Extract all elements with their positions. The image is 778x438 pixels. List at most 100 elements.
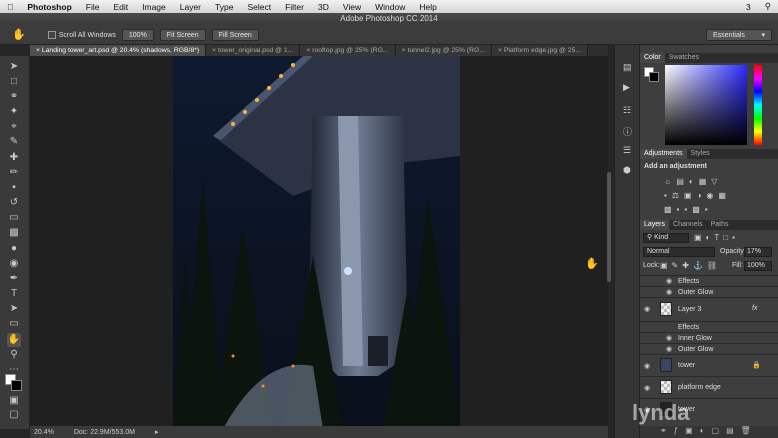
fit-screen-button[interactable]: Fit Screen (159, 28, 206, 41)
tab-layers[interactable]: Layers (640, 220, 670, 230)
adjustment-icons[interactable]: ☼▤◐▦▽ ▪⚖▣◑◉▦ ▩▪▪▩▪ (664, 175, 774, 217)
menubar-search-icon[interactable]: ⚲ (758, 1, 778, 12)
adjustments-panel: Adjustments Styles Add an adjustment ☼▤◐… (640, 149, 778, 219)
healing-brush-icon[interactable]: ✚ (7, 151, 21, 165)
tab-tower-original[interactable]: × tower_original.psd @ 1... (206, 45, 301, 56)
eye-icon[interactable]: ◉ (644, 384, 650, 392)
status-bar: 20.4% Doc: 22.9M/553.0M ▸ (30, 426, 608, 438)
effects-row[interactable]: ◉ Effects (640, 275, 778, 286)
info-panel-icon[interactable]: ⓘ (623, 125, 632, 138)
marquee-tool-icon[interactable]: □ (7, 75, 21, 89)
panels-dock: Color Swatches Adjustments Styles Add an… (640, 45, 778, 438)
color-field[interactable] (665, 65, 747, 145)
menu-edit[interactable]: Edit (106, 2, 135, 12)
eyedropper-tool-icon[interactable]: ✎ (7, 135, 21, 149)
apple-menu-icon[interactable]:  (0, 2, 20, 12)
layer-row-platform-edge[interactable]: ◉ platform edge (640, 376, 778, 398)
layer-filter-kind[interactable]: ⚲ Kind (643, 233, 689, 243)
hue-slider[interactable] (754, 65, 762, 145)
menu-select[interactable]: Select (240, 2, 278, 12)
blur-tool-icon[interactable]: ● (7, 242, 21, 256)
menu-photoshop[interactable]: Photoshop (20, 2, 78, 12)
quick-mask-icon[interactable]: ▣ (7, 394, 21, 408)
fill-screen-button[interactable]: Fill Screen (211, 28, 259, 41)
layer-filter-icons[interactable]: ▣◐T□▪ (694, 233, 739, 242)
clone-stamp-icon[interactable]: ▪ (7, 181, 21, 195)
eye-icon[interactable]: ◉ (666, 277, 672, 285)
tab-tunnel2[interactable]: × tunnel2.jpg @ 25% (RG... (395, 45, 492, 56)
gradient-tool-icon[interactable]: ▩ (7, 226, 21, 240)
tab-styles[interactable]: Styles (687, 149, 714, 159)
hand-tool-icon[interactable]: ✋ (12, 28, 26, 41)
quick-select-tool-icon[interactable]: ✦ (7, 105, 21, 119)
eraser-tool-icon[interactable]: ▭ (7, 211, 21, 225)
effect-outer-glow-row[interactable]: ◉ Outer Glow (640, 343, 778, 354)
type-tool-icon[interactable]: T (7, 287, 21, 301)
status-arrow-icon[interactable]: ▸ (155, 428, 159, 436)
menu-image[interactable]: Image (135, 2, 173, 12)
scroll-all-windows-checkbox[interactable]: Scroll All Windows (47, 30, 116, 39)
fx-icon[interactable]: fx (752, 305, 757, 312)
menubar-status-count[interactable]: 3 (739, 2, 758, 12)
menu-3d[interactable]: 3D (311, 2, 336, 12)
zoom-tool-icon[interactable]: ⚲ (7, 348, 21, 362)
lock-icons[interactable]: ▣✎✚⚓⛓ (660, 261, 721, 270)
history-brush-icon[interactable]: ↺ (7, 196, 21, 210)
dodge-tool-icon[interactable]: ◉ (7, 257, 21, 271)
actions-panel-icon[interactable]: ▶ (623, 82, 630, 93)
lasso-tool-icon[interactable]: ⚭ (7, 90, 21, 104)
background-color-swatch[interactable] (11, 380, 22, 391)
layer-thumbnail (660, 358, 672, 372)
shape-tool-icon[interactable]: ▭ (7, 317, 21, 331)
screen-mode-icon[interactable]: ▢ (7, 408, 21, 422)
workspace-select[interactable]: Essentials ▾ (706, 28, 772, 41)
tab-landing-tower[interactable]: × Landing tower_art.psd @ 20.4% (shadows… (30, 45, 207, 56)
menu-filter[interactable]: Filter (278, 2, 311, 12)
pen-tool-icon[interactable]: ✒ (7, 272, 21, 286)
menu-view[interactable]: View (336, 2, 368, 12)
opacity-input[interactable]: 17% (744, 247, 772, 257)
zoom-100-button[interactable]: 100% (121, 28, 154, 41)
effects-row[interactable]: Effects (640, 321, 778, 332)
move-tool-icon[interactable]: ➤ (7, 60, 21, 74)
effect-outer-glow-row[interactable]: ◉ Outer Glow (640, 286, 778, 297)
history-panel-icon[interactable]: ▤ (623, 62, 632, 73)
layer-row-layer3[interactable]: ◉ Layer 3 fx (640, 297, 778, 321)
menu-window[interactable]: Window (368, 2, 412, 12)
menu-help[interactable]: Help (412, 2, 443, 12)
tab-platform-edge[interactable]: × Platform edge.jpg @ 25... (492, 45, 589, 56)
brush-tool-icon[interactable]: ✏ (7, 166, 21, 180)
eye-icon[interactable]: ◉ (666, 334, 672, 342)
effect-inner-glow-row[interactable]: ◉ Inner Glow (640, 332, 778, 343)
properties-panel-icon[interactable]: ☷ (623, 105, 631, 116)
layers-footer-icons[interactable]: ⚭ƒ▣◐▢▤🗑 (640, 426, 778, 438)
menu-file[interactable]: File (79, 2, 107, 12)
tab-color[interactable]: Color (640, 53, 665, 63)
fill-input[interactable]: 100% (744, 261, 772, 271)
3d-panel-icon[interactable]: ⬢ (623, 165, 631, 176)
eye-icon[interactable]: ◉ (666, 288, 672, 296)
tab-channels[interactable]: Channels (669, 220, 707, 230)
crop-tool-icon[interactable]: ⌖ (7, 120, 21, 134)
eye-icon[interactable]: ◉ (644, 362, 650, 370)
eye-icon[interactable]: ◉ (666, 345, 672, 353)
vertical-scrollbar-thumb[interactable] (607, 172, 611, 282)
menu-type[interactable]: Type (208, 2, 240, 12)
menu-layer[interactable]: Layer (173, 2, 208, 12)
background-color-chip[interactable] (649, 72, 659, 82)
paragraph-panel-icon[interactable]: ☰ (623, 145, 631, 156)
layer-row-tower[interactable]: ◉ tower 🔒 (640, 354, 778, 376)
hand-tool-icon[interactable]: ✋ (7, 333, 21, 347)
layer-name[interactable]: tower (678, 362, 695, 369)
tab-swatches[interactable]: Swatches (665, 53, 703, 63)
zoom-level[interactable]: 20.4% (34, 429, 54, 436)
layer-name[interactable]: Layer 3 (678, 306, 701, 313)
eye-icon[interactable]: ◉ (644, 305, 650, 313)
tab-paths[interactable]: Paths (707, 220, 733, 230)
blend-mode-select[interactable]: Normal (643, 247, 715, 257)
tab-rooftop[interactable]: × rooftop.jpg @ 25% (RG... (300, 45, 396, 56)
document-canvas-image[interactable] (173, 56, 460, 429)
tab-adjustments[interactable]: Adjustments (640, 149, 687, 159)
path-select-icon[interactable]: ➤ (7, 302, 21, 316)
layer-name[interactable]: platform edge (678, 384, 721, 391)
